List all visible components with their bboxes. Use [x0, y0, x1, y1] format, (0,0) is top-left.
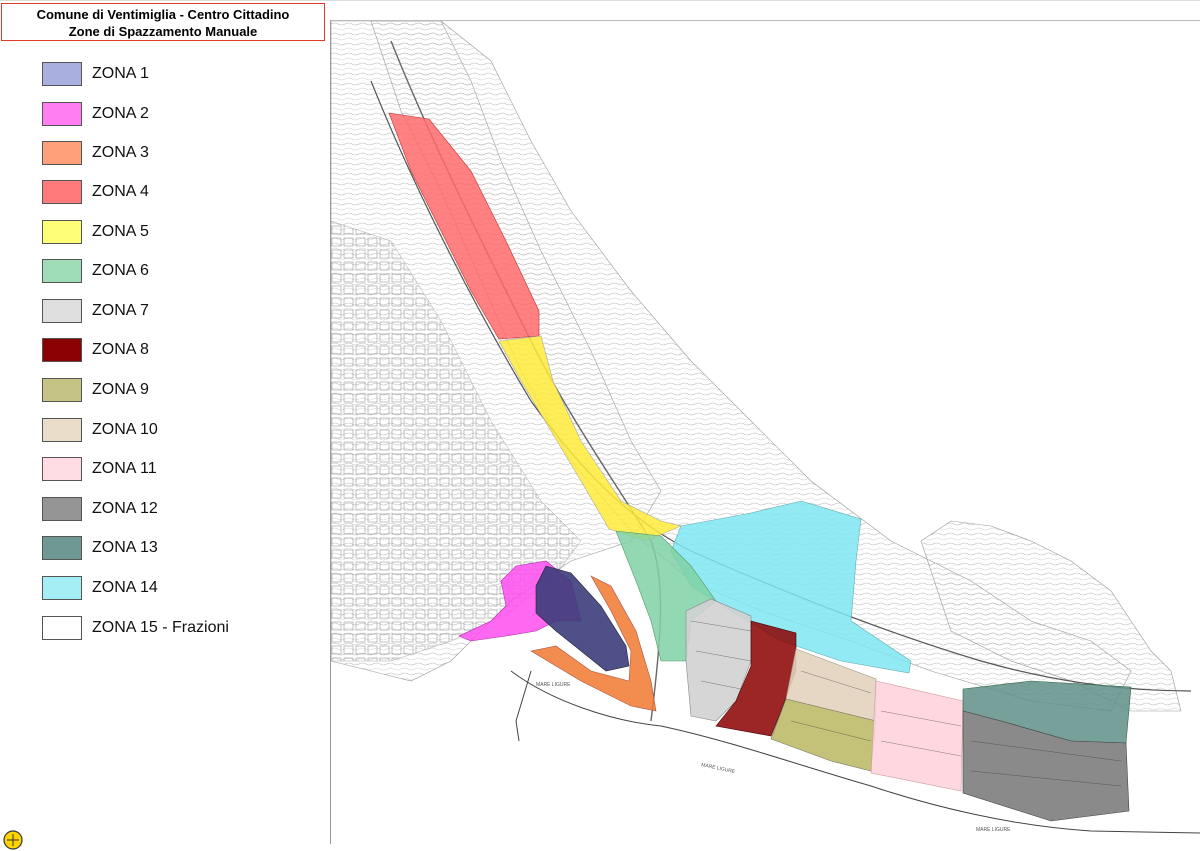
- legend-label: ZONA 12: [92, 500, 158, 517]
- legend-label: ZONA 6: [92, 262, 149, 279]
- legend-swatch: [42, 141, 82, 165]
- legend-swatch: [42, 299, 82, 323]
- legend-item-zona-8: ZONA 8: [42, 338, 302, 364]
- legend-item-zona-14: ZONA 14: [42, 576, 302, 602]
- legend-swatch: [42, 102, 82, 126]
- legend-item-zona-3: ZONA 3: [42, 141, 302, 167]
- map-svg: MARE LIGURE MARE LIGURE MARE LIGURE: [331, 21, 1200, 834]
- legend-swatch: [42, 497, 82, 521]
- legend-swatch: [42, 338, 82, 362]
- legend-item-zona-11: ZONA 11: [42, 457, 302, 483]
- legend-item-zona-6: ZONA 6: [42, 259, 302, 285]
- legend-label: ZONA 4: [92, 183, 149, 200]
- sea-label: MARE LIGURE: [976, 827, 1011, 833]
- legend-label: ZONA 7: [92, 302, 149, 319]
- legend-label: ZONA 11: [92, 460, 157, 477]
- legend-swatch: [42, 220, 82, 244]
- legend-swatch: [42, 62, 82, 86]
- legend-label: ZONA 14: [92, 579, 158, 596]
- map-area[interactable]: MARE LIGURE MARE LIGURE MARE LIGURE: [330, 20, 1200, 844]
- legend-label: ZONA 9: [92, 381, 149, 398]
- legend-label: ZONA 2: [92, 105, 149, 122]
- legend-swatch: [42, 378, 82, 402]
- legend-label: ZONA 5: [92, 223, 149, 240]
- zone-11-area: [870, 680, 964, 792]
- legend-item-zona-4: ZONA 4: [42, 180, 302, 206]
- scale-compass-icon: [3, 830, 23, 850]
- legend-item-zona-7: ZONA 7: [42, 299, 302, 325]
- legend-item-zona-12: ZONA 12: [42, 497, 302, 523]
- legend-swatch: [42, 180, 82, 204]
- sea-label: MARE LIGURE: [536, 682, 571, 688]
- legend-item-zona-10: ZONA 10: [42, 418, 302, 444]
- legend-item-zona-9: ZONA 9: [42, 378, 302, 404]
- legend-swatch: [42, 576, 82, 600]
- map-title-box: Comune di Ventimiglia - Centro Cittadino…: [1, 3, 325, 41]
- sea-label: MARE LIGURE: [701, 762, 737, 775]
- legend-swatch: [42, 536, 82, 560]
- legend-label: ZONA 3: [92, 144, 149, 161]
- legend-swatch: [42, 616, 82, 640]
- legend-swatch: [42, 457, 82, 481]
- legend-swatch: [42, 259, 82, 283]
- legend-item-zona-1: ZONA 1: [42, 62, 302, 88]
- legend-item-zona-13: ZONA 13: [42, 536, 302, 562]
- legend-label: ZONA 10: [92, 421, 158, 438]
- legend-swatch: [42, 418, 82, 442]
- legend-item-zona-15: ZONA 15 - Frazioni: [42, 616, 302, 642]
- legend-label: ZONA 1: [92, 65, 149, 82]
- top-rule: [0, 0, 1200, 1]
- legend-label: ZONA 13: [92, 539, 158, 556]
- map-title: Comune di Ventimiglia - Centro Cittadino: [36, 7, 290, 22]
- harbour-pier: [515, 670, 532, 742]
- map-subtitle: Zone di Spazzamento Manuale: [68, 24, 258, 39]
- legend-label: ZONA 15 - Frazioni: [92, 619, 229, 636]
- legend-item-zona-5: ZONA 5: [42, 220, 302, 246]
- legend-label: ZONA 8: [92, 341, 149, 358]
- legend-item-zona-2: ZONA 2: [42, 102, 302, 128]
